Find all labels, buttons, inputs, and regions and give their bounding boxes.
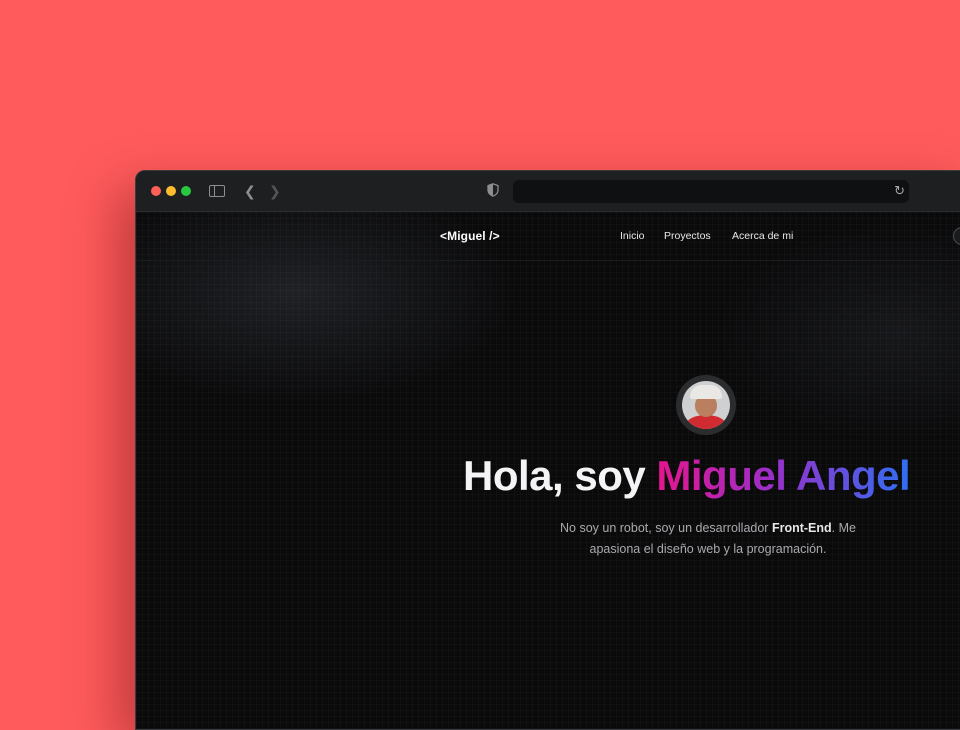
close-window-button[interactable] [151,186,161,196]
hero-headline: Hola, soy Miguel Angel [463,452,911,500]
hero-greeting: Hola, soy [463,452,657,499]
nav-link-acerca-de-mi[interactable]: Acerca de mi [732,230,793,242]
profile-photo [682,381,730,429]
shield-icon[interactable] [487,183,499,197]
browser-window: ❮ ❯ ↻ <Miguel /> Inicio Proyectos Acerca… [135,170,960,730]
theme-toggle-button[interactable] [953,227,960,245]
minimize-window-button[interactable] [166,186,176,196]
reload-icon[interactable]: ↻ [894,183,905,199]
maximize-window-button[interactable] [181,186,191,196]
site-logo[interactable]: <Miguel /> [440,229,500,243]
nav-link-inicio[interactable]: Inicio [620,230,645,242]
address-bar[interactable]: ↻ [513,180,909,203]
back-arrow-icon[interactable]: ❮ [244,182,256,200]
subtitle-text-before: No soy un robot, soy un desarrollador [560,521,772,535]
avatar [676,375,736,435]
browser-titlebar: ❮ ❯ ↻ [136,171,960,212]
hero-name: Miguel Angel [656,452,911,499]
subtitle-highlight: Front-End [771,521,832,535]
site-navbar: <Miguel /> Inicio Proyectos Acerca de mi [136,212,960,261]
hero-subtitle: No soy un robot, soy un desarrollador Fr… [548,518,868,560]
nav-link-proyectos[interactable]: Proyectos [664,230,711,242]
forward-arrow-icon[interactable]: ❯ [269,182,281,200]
web-page: <Miguel /> Inicio Proyectos Acerca de mi… [136,212,960,729]
sidebar-toggle-icon[interactable] [209,185,225,197]
